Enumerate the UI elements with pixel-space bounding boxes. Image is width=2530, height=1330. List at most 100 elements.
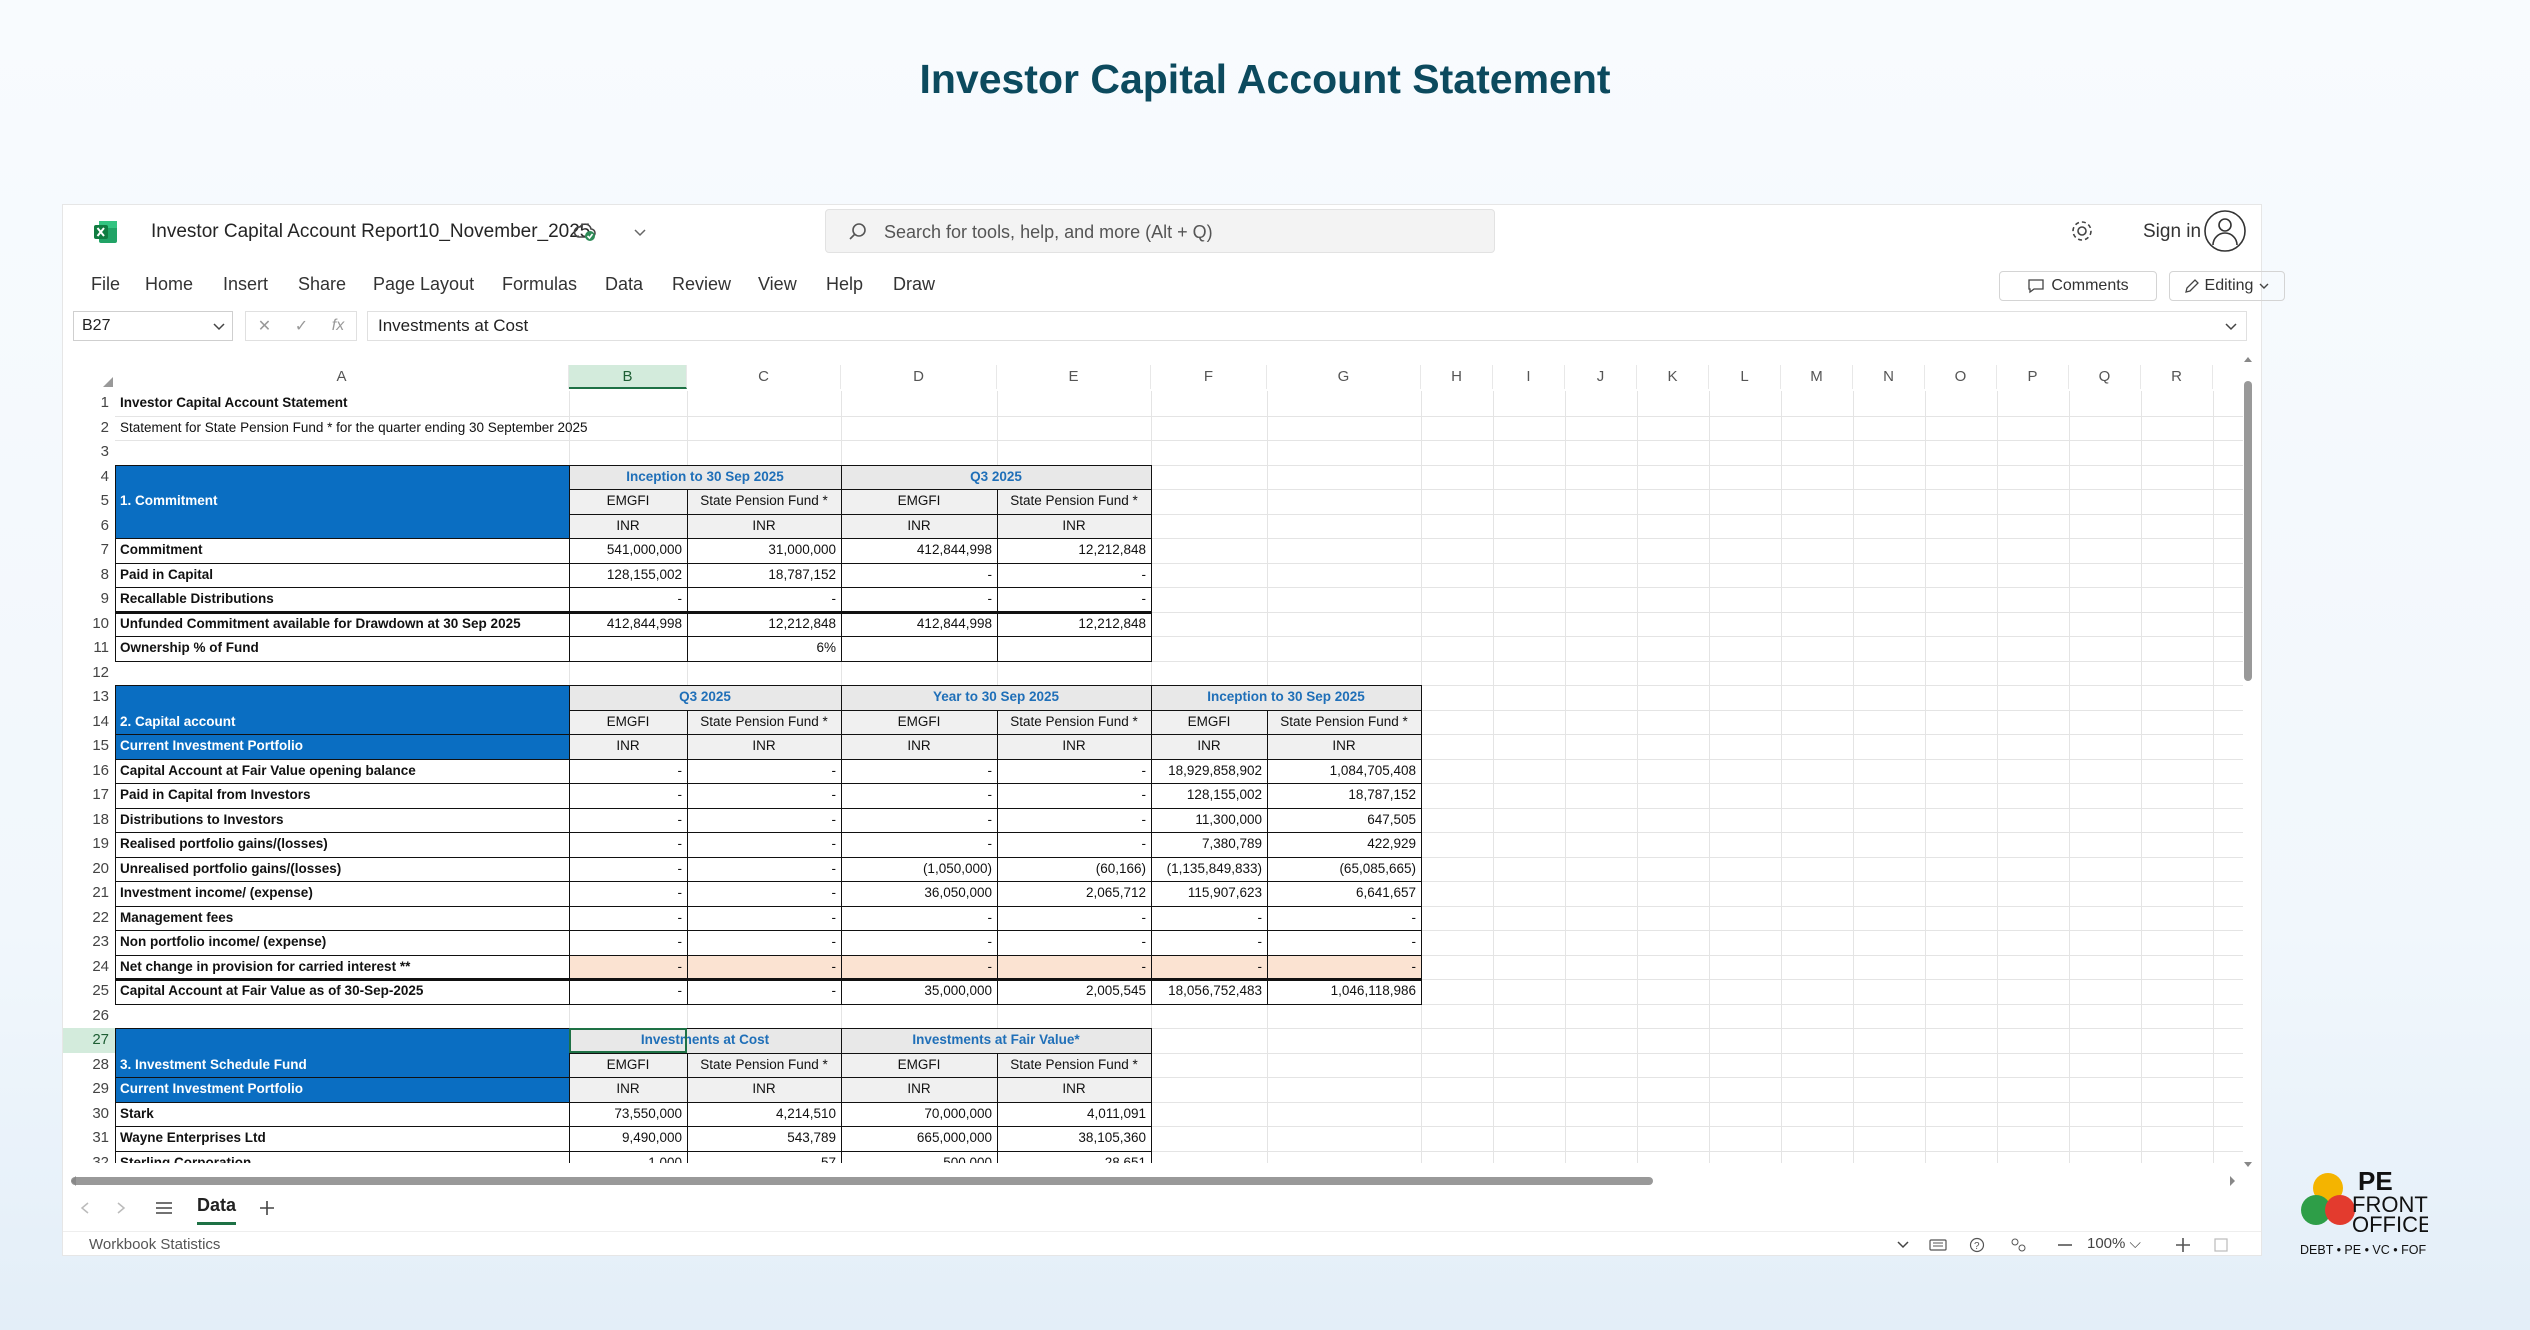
menu-data[interactable]: Data <box>605 274 643 295</box>
row-header[interactable]: 32 <box>63 1151 115 1164</box>
value-cell[interactable]: 18,787,152 <box>687 563 841 588</box>
currency-header[interactable]: INR <box>687 1077 841 1102</box>
entity-header[interactable]: State Pension Fund * <box>687 489 841 514</box>
row-header[interactable]: 13 <box>63 685 115 710</box>
value-cell[interactable]: 422,929 <box>1267 832 1421 857</box>
menu-review[interactable]: Review <box>672 274 731 295</box>
help-icon[interactable]: ? <box>1969 1237 1985 1253</box>
comments-button[interactable]: Comments <box>1999 271 2157 301</box>
column-header[interactable]: O <box>1925 365 1997 389</box>
period-header[interactable]: Q3 2025 <box>569 685 841 710</box>
value-cell[interactable]: 2,065,712 <box>997 881 1151 906</box>
value-cell[interactable]: 4,214,510 <box>687 1102 841 1127</box>
row-header[interactable]: 21 <box>63 881 115 906</box>
row-label[interactable]: Commitment <box>115 538 569 563</box>
value-cell[interactable]: - <box>687 832 841 857</box>
currency-header[interactable]: INR <box>569 514 687 539</box>
entity-header[interactable]: EMGFI <box>569 1053 687 1078</box>
entity-header[interactable]: EMGFI <box>841 1053 997 1078</box>
value-cell[interactable]: 128,155,002 <box>1151 783 1267 808</box>
value-cell[interactable]: 36,050,000 <box>841 881 997 906</box>
sheet-subtitle[interactable]: Statement for State Pension Fund * for t… <box>115 416 841 441</box>
value-cell[interactable]: 70,000,000 <box>841 1102 997 1127</box>
value-cell[interactable]: 412,844,998 <box>841 538 997 563</box>
period-header[interactable]: Q3 2025 <box>841 465 1151 490</box>
column-header[interactable]: P <box>1997 365 2069 389</box>
row-header[interactable]: 18 <box>63 808 115 833</box>
value-cell[interactable]: 12,212,848 <box>687 612 841 637</box>
value-cell[interactable]: - <box>687 955 841 980</box>
sign-in-link[interactable]: Sign in <box>2143 221 2201 243</box>
column-header[interactable]: R <box>2141 365 2213 389</box>
value-cell[interactable]: - <box>1151 930 1267 955</box>
row-header[interactable]: 30 <box>63 1102 115 1127</box>
value-cell[interactable]: - <box>687 906 841 931</box>
column-header[interactable]: B <box>569 365 687 389</box>
value-cell[interactable]: (1,050,000) <box>841 857 997 882</box>
value-cell[interactable]: - <box>687 808 841 833</box>
row-header[interactable]: 29 <box>63 1077 115 1102</box>
value-cell[interactable]: 18,787,152 <box>1267 783 1421 808</box>
row-header[interactable]: 14 <box>63 710 115 735</box>
row-label[interactable]: Realised portfolio gains/(losses) <box>115 832 569 857</box>
row-header[interactable]: 28 <box>63 1053 115 1078</box>
row-header[interactable]: 24 <box>63 955 115 980</box>
value-cell[interactable]: - <box>1267 955 1421 980</box>
search-input[interactable]: Search for tools, help, and more (Alt + … <box>825 209 1495 253</box>
row-label[interactable]: Wayne Enterprises Ltd <box>115 1126 569 1151</box>
row-header[interactable]: 27 <box>63 1028 115 1053</box>
value-cell[interactable]: - <box>997 930 1151 955</box>
value-cell[interactable]: 28,651 <box>997 1151 1151 1164</box>
currency-header[interactable]: INR <box>841 514 997 539</box>
currency-header[interactable]: INR <box>569 1077 687 1102</box>
value-cell[interactable]: 543,789 <box>687 1126 841 1151</box>
row-header[interactable]: 31 <box>63 1126 115 1151</box>
value-cell[interactable]: 6% <box>687 636 841 661</box>
value-cell[interactable] <box>569 636 687 661</box>
value-cell[interactable]: - <box>687 930 841 955</box>
row-header[interactable]: 11 <box>63 636 115 661</box>
row-header[interactable]: 16 <box>63 759 115 784</box>
currency-header[interactable]: INR <box>569 734 687 759</box>
value-cell[interactable]: 1,046,118,986 <box>1267 979 1421 1004</box>
period-header[interactable]: Inception to 30 Sep 2025 <box>569 465 841 490</box>
menu-page-layout[interactable]: Page Layout <box>373 274 474 295</box>
row-header[interactable]: 12 <box>63 661 115 686</box>
fx-icon[interactable]: fx <box>332 317 344 335</box>
row-header[interactable]: 5 <box>63 489 115 514</box>
document-title[interactable]: Investor Capital Account Report10_Novemb… <box>151 221 590 243</box>
value-cell[interactable]: 12,212,848 <box>997 538 1151 563</box>
currency-header[interactable]: INR <box>1267 734 1421 759</box>
value-cell[interactable]: 11,300,000 <box>1151 808 1267 833</box>
chevron-down-icon[interactable] <box>2224 321 2238 333</box>
menu-file[interactable]: File <box>91 274 120 295</box>
value-cell[interactable]: - <box>687 783 841 808</box>
value-cell[interactable]: 57 <box>687 1151 841 1164</box>
value-cell[interactable]: 412,844,998 <box>569 612 687 637</box>
zoom-out-icon[interactable] <box>2057 1243 2073 1247</box>
row-header[interactable]: 9 <box>63 587 115 612</box>
value-cell[interactable]: 128,155,002 <box>569 563 687 588</box>
period-header[interactable]: Year to 30 Sep 2025 <box>841 685 1151 710</box>
entity-header[interactable]: State Pension Fund * <box>1267 710 1421 735</box>
entity-header[interactable]: EMGFI <box>1151 710 1267 735</box>
formula-input[interactable]: Investments at Cost <box>367 311 2247 341</box>
entity-header[interactable]: EMGFI <box>841 489 997 514</box>
chevron-down-icon[interactable] <box>1897 1240 1909 1250</box>
value-cell[interactable]: - <box>997 832 1151 857</box>
name-box[interactable]: B27 <box>73 311 233 341</box>
value-cell[interactable] <box>841 636 997 661</box>
column-header[interactable]: G <box>1267 365 1421 389</box>
investments-at-fair-value-header[interactable]: Investments at Fair Value* <box>841 1028 1151 1053</box>
scroll-up-icon[interactable] <box>2243 355 2253 363</box>
accessibility-icon[interactable] <box>2009 1237 2027 1253</box>
menu-draw[interactable]: Draw <box>893 274 935 295</box>
value-cell[interactable]: - <box>569 832 687 857</box>
all-sheets-menu-icon[interactable] <box>155 1201 173 1215</box>
value-cell[interactable] <box>997 636 1151 661</box>
row-header[interactable]: 20 <box>63 857 115 882</box>
sheet-tab-data[interactable]: Data <box>197 1195 237 1225</box>
column-header[interactable]: S <box>2213 365 2243 389</box>
row-header[interactable]: 25 <box>63 979 115 1004</box>
row-label[interactable]: Unfunded Commitment available for Drawdo… <box>115 612 569 637</box>
